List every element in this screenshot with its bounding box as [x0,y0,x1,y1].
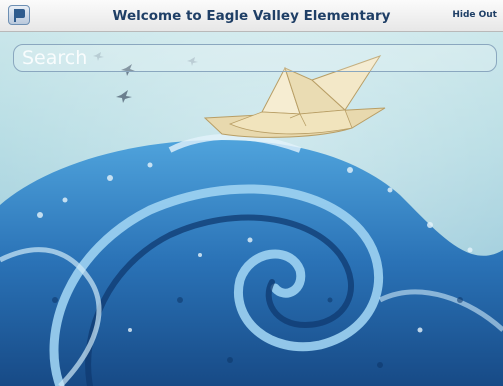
page-title: Welcome to Eagle Valley Elementary [112,8,391,24]
hide-out-button[interactable]: Hide Out [452,10,497,20]
app-window: Welcome to Eagle Valley Elementary Hide … [0,0,503,386]
top-bar: Welcome to Eagle Valley Elementary Hide … [0,0,503,32]
search-input[interactable] [13,44,497,72]
